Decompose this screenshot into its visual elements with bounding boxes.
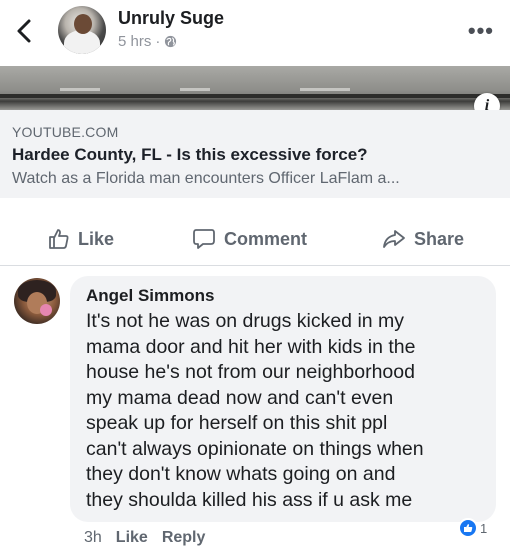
comment-icon	[193, 229, 215, 249]
comment-line: It's not he was on drugs kicked in my	[86, 310, 405, 332]
meta-separator: ·	[155, 33, 161, 50]
comment-footer: 3h Like Reply	[84, 529, 205, 547]
poster-name[interactable]: Unruly Suge	[118, 8, 224, 29]
comment-line: mama door and hit her with kids in the	[86, 335, 416, 358]
chevron-left-icon	[17, 19, 31, 43]
globe-icon	[165, 35, 177, 48]
share-label: Share	[414, 228, 465, 249]
comment-line: house he's not from our neighborhood	[86, 361, 415, 383]
post-time[interactable]: 5 hrs	[118, 33, 151, 50]
comment-line: they shoulda killed his ass if u ask me	[86, 488, 413, 511]
share-icon	[383, 230, 405, 248]
more-options-button[interactable]: •••	[468, 18, 494, 44]
link-title: Hardee County, FL - Is this excessive fo…	[12, 145, 368, 164]
comment-line: speak up for herself on this shit ppl	[86, 412, 388, 434]
comment-like-button[interactable]: Like	[116, 529, 148, 547]
like-button[interactable]: Like	[48, 228, 114, 250]
poster-avatar[interactable]	[58, 6, 106, 54]
commenter-name[interactable]: Angel Simmons	[86, 286, 214, 306]
commenter-avatar[interactable]	[14, 278, 60, 324]
link-preview-card[interactable]: YOUTUBE.COM Hardee County, FL - Is this …	[0, 110, 510, 198]
comment-reply-button[interactable]: Reply	[162, 529, 206, 547]
like-label: Like	[78, 228, 115, 249]
comment-text: It's not he was on drugs kicked in my ma…	[86, 309, 486, 513]
link-domain: YOUTUBE.COM	[12, 124, 119, 140]
comment-line: they don't know whats going on and	[86, 463, 396, 485]
comment-label: Comment	[224, 228, 308, 249]
comment-bubble: Angel Simmons It's not he was on drugs k…	[70, 276, 496, 522]
like-reaction-icon	[458, 518, 478, 538]
link-description: Watch as a Florida man encounters Office…	[12, 170, 400, 187]
thumbs-up-icon	[49, 229, 69, 249]
comment-reactions[interactable]: 1	[458, 518, 487, 538]
comment-time: 3h	[84, 529, 102, 546]
post-action-bar: Like Comment Share	[0, 216, 510, 266]
comment-line: can't always opinionate on things when	[86, 437, 424, 460]
back-button[interactable]	[14, 18, 36, 44]
post-meta: 5 hrs ·	[118, 33, 177, 50]
post-header: Unruly Suge 5 hrs · •••	[0, 0, 510, 66]
comment-line: my mama dead now and can't even	[86, 386, 394, 409]
comment-button[interactable]: Comment	[192, 228, 307, 250]
share-button[interactable]: Share	[382, 228, 464, 250]
reaction-count: 1	[480, 520, 488, 536]
link-thumbnail[interactable]	[0, 66, 510, 110]
